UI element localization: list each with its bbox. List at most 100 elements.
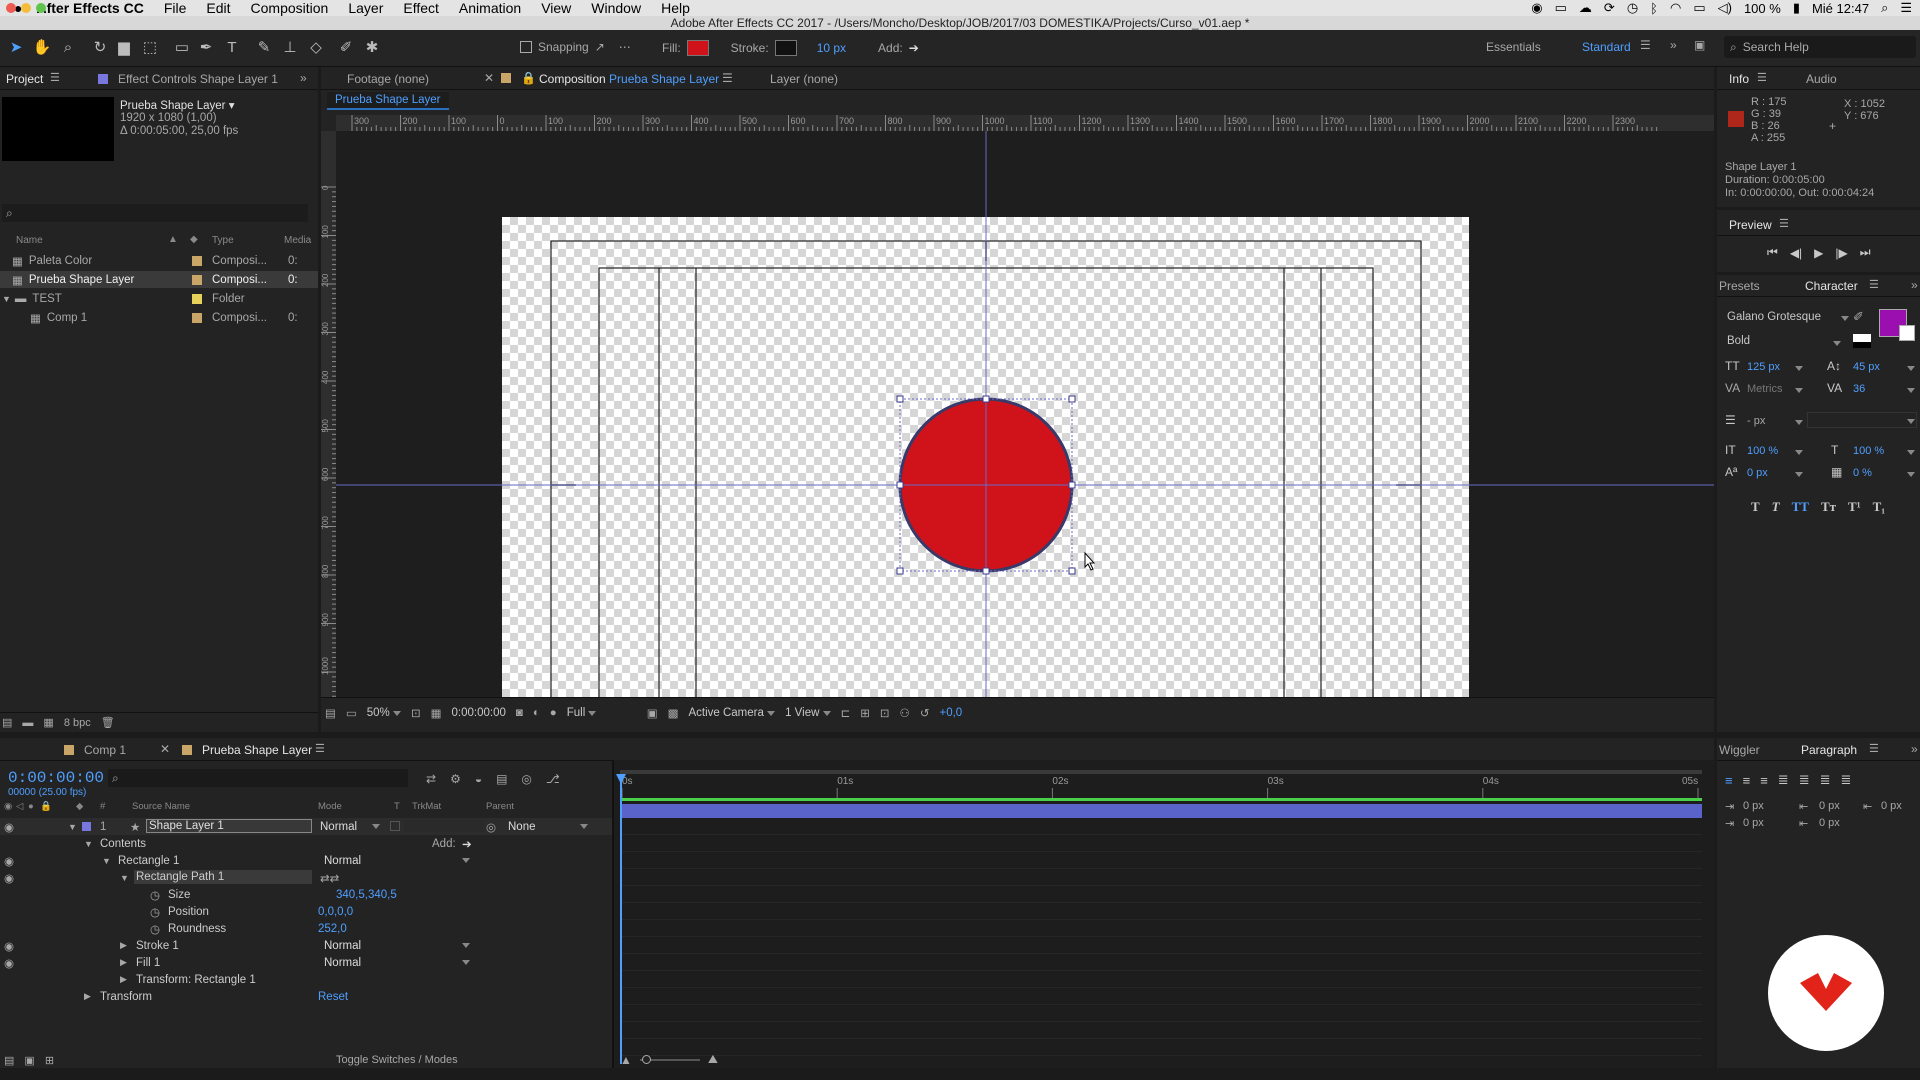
tab-effects-presets[interactable]: Presets (1719, 279, 1760, 293)
brush-tool-icon[interactable]: ✎ (254, 38, 274, 58)
font-size-value[interactable]: 125 px (1747, 361, 1780, 373)
chevron-down-icon[interactable] (1795, 388, 1803, 393)
close-tab-icon[interactable]: ✕ (484, 71, 494, 85)
close-window-icon[interactable] (6, 3, 16, 13)
label-color-swatch[interactable] (192, 313, 202, 323)
roto-brush-tool-icon[interactable]: ✐ (336, 38, 356, 58)
label-tag-icon[interactable]: ◆ (190, 234, 198, 245)
pan-behind-tool-icon[interactable]: ⬚ (140, 38, 160, 58)
folder-expand-icon[interactable]: ▼ (2, 294, 11, 304)
toggle-switches-modes[interactable]: Toggle Switches / Modes (336, 1054, 458, 1066)
transform-rect-row[interactable]: ▶ Transform: Rectangle 1 (0, 971, 612, 988)
add-shape-icon[interactable]: ➔ (462, 837, 472, 851)
chevron-down-icon[interactable] (1907, 366, 1915, 371)
faux-italic-icon[interactable]: T (1772, 499, 1780, 515)
comp-canvas[interactable] (336, 131, 1714, 697)
column-source-name[interactable]: Source Name (132, 801, 190, 812)
zoom-window-icon[interactable] (36, 3, 46, 13)
menu-effect[interactable]: Effect (403, 0, 439, 16)
layer-switches-icon[interactable]: ▤ (4, 1054, 14, 1067)
tab-timeline-active[interactable]: Prueba Shape Layer (202, 743, 312, 757)
sync-settings-icon[interactable]: ▣ (1694, 38, 1705, 52)
motion-blur-icon[interactable]: ◎ (521, 772, 531, 786)
hand-tool-icon[interactable]: ✋ (32, 38, 52, 58)
current-time-indicator[interactable] (620, 774, 622, 1064)
size-value[interactable]: 340,5,340,5 (336, 889, 397, 901)
text-stroke-width-value[interactable]: - px (1747, 415, 1765, 427)
tab-preview[interactable]: Preview (1729, 218, 1772, 232)
column-type[interactable]: Type (212, 235, 234, 246)
selection-tool-icon[interactable]: ➤ (6, 38, 26, 58)
position-value[interactable]: 0,0,0,0 (318, 906, 353, 918)
panel-overflow-icon[interactable]: » (1911, 278, 1918, 292)
toggle-transparency-icon[interactable]: ▩ (668, 706, 679, 720)
subscript-icon[interactable]: T₁ (1873, 499, 1886, 515)
battery-percent[interactable]: 100 % (1744, 1, 1781, 16)
exposure-value[interactable]: +0,0 (939, 707, 962, 719)
collapse-icon[interactable]: ▶ (120, 940, 127, 951)
snapping-align-icon[interactable]: ⋯ (619, 40, 631, 54)
channel-icon[interactable]: ● (550, 707, 557, 719)
project-item[interactable]: ▦ Paleta Color Composi... 0: (0, 252, 318, 269)
airplay-icon[interactable]: ▭ (1693, 0, 1705, 16)
project-item-selected[interactable]: ▦ Prueba Shape Layer Composi... 0: (0, 271, 318, 288)
3d-view-icon[interactable]: ⊡ (880, 706, 890, 720)
layer-duration-bar[interactable] (620, 804, 1702, 818)
show-snapshot-icon[interactable]: ◐ (533, 707, 540, 719)
menu-view[interactable]: View (541, 0, 571, 16)
eraser-tool-icon[interactable]: ◇ (306, 38, 326, 58)
graph-editor-icon[interactable]: ⎇ (546, 772, 560, 786)
chevron-down-icon[interactable] (1795, 420, 1803, 425)
reset-link[interactable]: Reset (318, 991, 348, 1003)
label-column-icon[interactable]: ◆ (76, 801, 83, 812)
vertical-scale-value[interactable]: 100 % (1747, 445, 1778, 457)
leading-value[interactable]: 45 px (1853, 361, 1880, 373)
tab-info[interactable]: Info (1729, 72, 1749, 86)
search-help-input[interactable]: Search Help (1743, 40, 1809, 54)
superscript-icon[interactable]: T¹ (1848, 499, 1861, 515)
cloud-icon[interactable]: ☁ (1579, 0, 1592, 16)
snapshot-icon[interactable]: ◙ (516, 707, 523, 719)
rectangle-group-row[interactable]: ◉ ▼ Rectangle 1 Normal (0, 852, 612, 869)
font-style-dropdown[interactable]: Bold (1727, 335, 1750, 347)
tab-wiggler[interactable]: Wiggler (1719, 743, 1760, 757)
indent-first-value[interactable]: 0 px (1819, 800, 1840, 812)
character-menu-icon[interactable]: ☰ (1869, 278, 1879, 291)
type-tool-icon[interactable]: T (222, 38, 242, 58)
comp-breadcrumb[interactable]: Prueba Shape Layer (327, 92, 449, 110)
pick-whip-icon[interactable]: ◎ (486, 820, 496, 834)
paragraph-menu-icon[interactable]: ☰ (1869, 742, 1879, 755)
align-right-icon[interactable]: ≡ (1760, 773, 1768, 788)
expand-icon[interactable]: ▼ (120, 873, 129, 883)
collapse-icon[interactable]: ▶ (84, 991, 91, 1002)
next-frame-icon[interactable]: |▶ (1835, 246, 1847, 260)
reset-exposure-icon[interactable]: ↺ (920, 706, 930, 720)
solo-icon[interactable]: ● (28, 801, 34, 812)
menu-file[interactable]: File (164, 0, 187, 16)
viewer-timecode[interactable]: 0:00:00:00 (452, 707, 506, 719)
interpret-footage-icon[interactable]: ▤ (2, 716, 12, 729)
menu-edit[interactable]: Edit (206, 0, 230, 16)
clock-icon[interactable]: ◷ (1627, 0, 1638, 16)
stroke-color-swatch[interactable] (774, 40, 797, 56)
menu-animation[interactable]: Animation (459, 0, 521, 16)
layer-row[interactable]: ◉ ▼ 1 ★ Shape Layer 1 Normal ◎ None (0, 818, 612, 835)
justify-right-icon[interactable]: ≣ (1820, 772, 1831, 788)
workspace-essentials[interactable]: Essentials (1486, 40, 1541, 54)
tab-comp-1[interactable]: Comp 1 (84, 743, 126, 757)
zoom-dropdown[interactable]: 50% (367, 707, 401, 719)
fast-preview-icon[interactable]: ▣ (647, 706, 658, 720)
project-folder[interactable]: ▼ ▬ TEST Folder (0, 290, 318, 307)
resolution-dropdown[interactable]: Full (567, 707, 637, 719)
panel-menu-icon[interactable]: ☰ (50, 71, 60, 84)
eye-icon[interactable]: ◉ (4, 871, 14, 885)
chevron-down-icon[interactable] (1907, 450, 1915, 455)
faux-bold-icon[interactable]: T (1751, 499, 1760, 515)
vr-icon[interactable]: ▭ (346, 706, 357, 720)
fill-blend-mode[interactable]: Normal (324, 957, 361, 969)
video-toggle-icon[interactable]: ◉ (4, 801, 12, 812)
display-icon[interactable]: ▭ (1555, 0, 1567, 16)
puppet-tool-icon[interactable]: ✱ (362, 38, 382, 58)
rectangle-blend-mode[interactable]: Normal (324, 855, 361, 867)
menu-window[interactable]: Window (591, 0, 641, 16)
